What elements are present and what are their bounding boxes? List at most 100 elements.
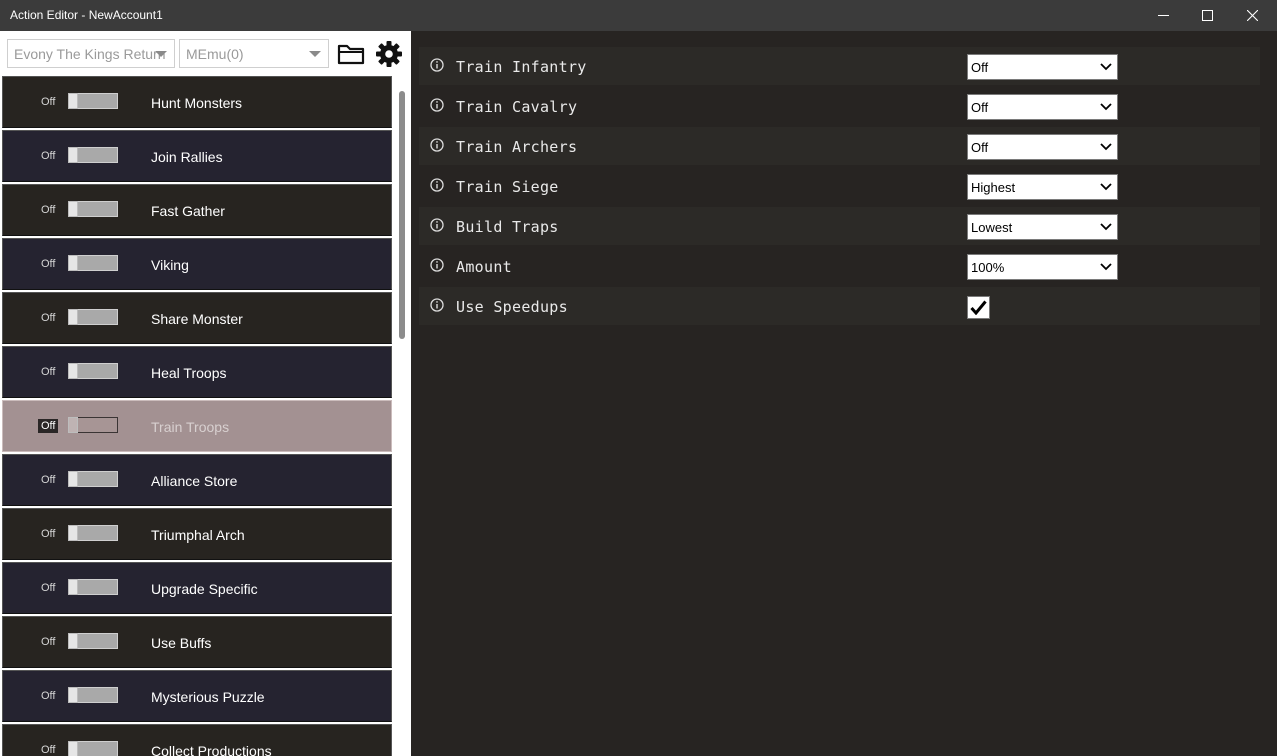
setting-label: Amount [456, 258, 512, 276]
toggle-knob [68, 687, 78, 703]
chevron-down-icon [1100, 183, 1112, 191]
action-label: Heal Troops [151, 365, 227, 381]
close-icon [1246, 10, 1258, 21]
action-toggle[interactable] [68, 741, 118, 756]
toggle-knob [68, 309, 78, 325]
info-icon[interactable] [430, 58, 444, 72]
open-folder-button[interactable] [336, 40, 366, 68]
toggle-knob [68, 579, 78, 595]
action-label: Mysterious Puzzle [151, 689, 265, 705]
action-item-heal-troops[interactable]: Off Heal Troops [2, 346, 392, 398]
toggle-knob [68, 525, 78, 541]
amount-select[interactable]: 100% [967, 254, 1118, 280]
toolbar: Evony The Kings Return MEmu(0) [0, 31, 411, 76]
info-icon[interactable] [430, 98, 444, 112]
select-value: Off [971, 140, 989, 155]
action-list-scrollbar[interactable] [399, 91, 405, 339]
info-icon[interactable] [430, 178, 444, 192]
info-icon[interactable] [430, 218, 444, 232]
action-label: Alliance Store [151, 473, 238, 489]
action-item-mysterious-puzzle[interactable]: Off Mysterious Puzzle [2, 670, 392, 722]
use-speedups-checkbox[interactable] [967, 296, 990, 319]
minimize-icon [1157, 15, 1169, 16]
toggle-state-label: Off [41, 204, 56, 216]
train-cavalry-select[interactable]: Off [967, 94, 1118, 120]
select-value: Off [971, 60, 989, 75]
action-toggle[interactable] [68, 633, 118, 649]
chevron-down-icon [1100, 263, 1112, 271]
action-item-viking[interactable]: Off Viking [2, 238, 392, 290]
action-label: Share Monster [151, 311, 243, 327]
chevron-down-icon [1100, 223, 1112, 231]
action-toggle[interactable] [68, 525, 118, 541]
action-toggle[interactable] [68, 471, 118, 487]
toggle-state-label: Off [41, 636, 56, 648]
emulator-select[interactable]: MEmu(0) [179, 39, 329, 68]
setting-label: Train Infantry [456, 58, 587, 76]
emulator-select-value: MEmu(0) [186, 46, 244, 62]
build-traps-select[interactable]: Lowest [967, 214, 1118, 240]
action-label: Use Buffs [151, 635, 212, 651]
game-select[interactable]: Evony The Kings Return [7, 39, 175, 68]
settings-panel: Train Infantry Off Train Cavalry Off Tra… [411, 31, 1277, 756]
maximize-button[interactable] [1184, 0, 1230, 31]
action-label: Triumphal Arch [151, 527, 245, 543]
toggle-state-label: Off [41, 312, 56, 324]
action-label: Train Troops [151, 419, 230, 435]
action-item-fast-gather[interactable]: Off Fast Gather [2, 184, 392, 236]
action-item-share-monster[interactable]: Off Share Monster [2, 292, 392, 344]
action-label: Viking [151, 257, 189, 273]
toggle-state-label: Off [41, 528, 56, 540]
action-item-triumphal-arch[interactable]: Off Triumphal Arch [2, 508, 392, 560]
action-toggle[interactable] [68, 255, 118, 271]
setting-row-build-traps: Build Traps Lowest [419, 207, 1260, 245]
checkmark-icon [970, 300, 987, 315]
action-toggle[interactable] [68, 201, 118, 217]
info-icon[interactable] [430, 258, 444, 272]
action-toggle[interactable] [68, 687, 118, 703]
setting-label: Train Cavalry [456, 98, 578, 116]
action-item-join-rallies[interactable]: Off Join Rallies [2, 130, 392, 182]
toggle-knob [68, 255, 78, 271]
action-toggle[interactable] [68, 417, 118, 433]
action-toggle[interactable] [68, 309, 118, 325]
action-item-use-buffs[interactable]: Off Use Buffs [2, 616, 392, 668]
action-item-upgrade-specific[interactable]: Off Upgrade Specific [2, 562, 392, 614]
game-select-value: Evony The Kings Return [14, 46, 166, 62]
setting-row-train-siege: Train Siege Highest [419, 167, 1260, 205]
chevron-down-icon [1100, 103, 1112, 111]
toggle-knob [68, 93, 78, 109]
toggle-state-label: Off [41, 744, 56, 756]
chevron-down-icon [1100, 143, 1112, 151]
toggle-state-label: Off [41, 690, 56, 702]
close-button[interactable] [1229, 0, 1275, 31]
chevron-down-icon [155, 51, 167, 57]
action-item-train-troops[interactable]: Off Train Troops [2, 400, 392, 452]
setting-label: Build Traps [456, 218, 559, 236]
action-toggle[interactable] [68, 363, 118, 379]
toggle-state-label: Off [41, 150, 56, 162]
info-icon[interactable] [430, 298, 444, 312]
action-item-collect-productions[interactable]: Off Collect Productions [2, 724, 392, 756]
train-siege-select[interactable]: Highest [967, 174, 1118, 200]
toggle-knob [68, 147, 78, 163]
settings-button[interactable] [374, 40, 404, 68]
toggle-knob [68, 741, 78, 756]
toggle-knob [68, 363, 78, 379]
actions-panel: Evony The Kings Return MEmu(0) Off Hunt … [0, 31, 411, 756]
toggle-state-label: Off [41, 258, 56, 270]
action-toggle[interactable] [68, 147, 118, 163]
chevron-down-icon [309, 51, 321, 57]
action-toggle[interactable] [68, 579, 118, 595]
action-item-alliance-store[interactable]: Off Alliance Store [2, 454, 392, 506]
toggle-state-label: Off [41, 582, 56, 594]
action-label: Fast Gather [151, 203, 225, 219]
action-label: Hunt Monsters [151, 95, 243, 111]
action-item-hunt-monsters[interactable]: Off Hunt Monsters [2, 76, 392, 128]
maximize-icon [1201, 10, 1213, 21]
train-infantry-select[interactable]: Off [967, 54, 1118, 80]
train-archers-select[interactable]: Off [967, 134, 1118, 160]
minimize-button[interactable] [1140, 0, 1186, 31]
action-toggle[interactable] [68, 93, 118, 109]
info-icon[interactable] [430, 138, 444, 152]
